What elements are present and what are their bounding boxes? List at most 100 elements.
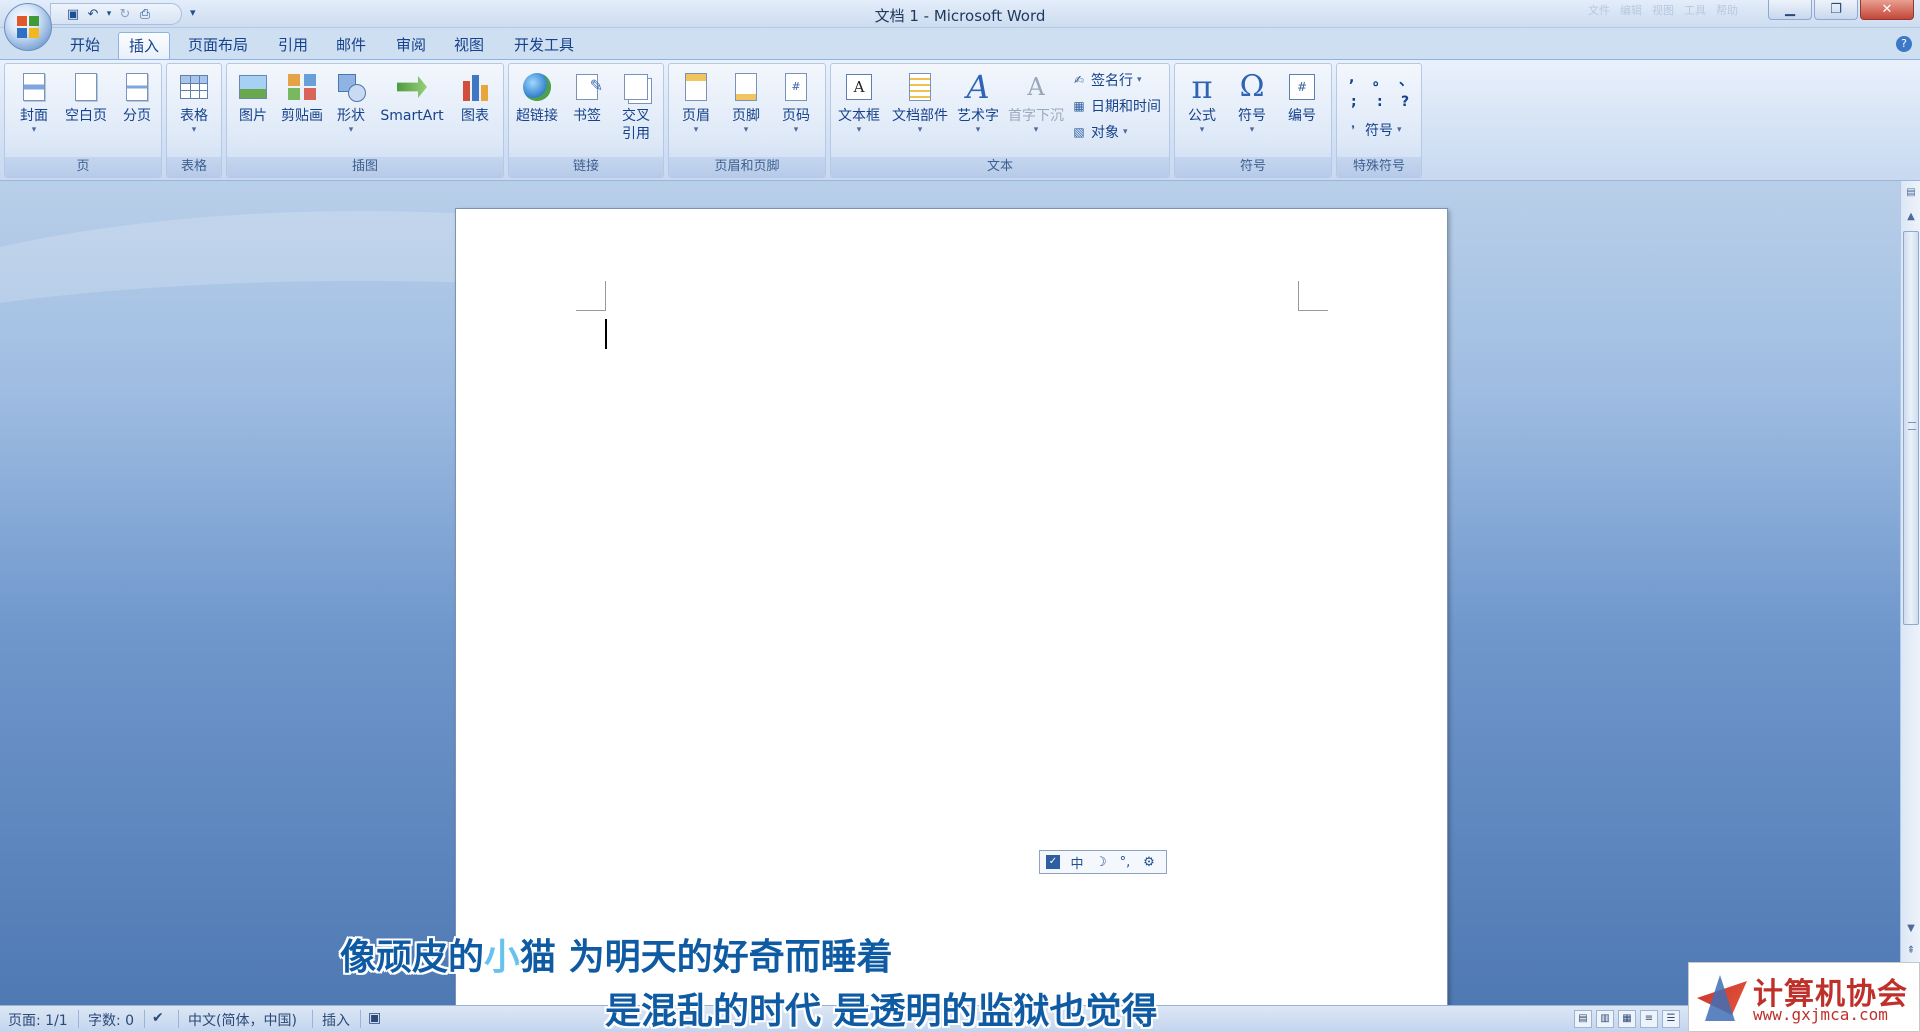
- window-controls: ▁ ❐ ✕: [1768, 0, 1914, 20]
- equation-label: 公式: [1188, 108, 1216, 124]
- picture-label: 图片: [239, 108, 267, 124]
- cross-reference-label-line2: 引用: [622, 126, 650, 142]
- minimize-button[interactable]: ▁: [1768, 0, 1812, 20]
- smartart-button[interactable]: SmartArt: [375, 70, 449, 125]
- hyperlink-button[interactable]: 超链接: [511, 70, 563, 125]
- scroll-up-arrow-icon[interactable]: ▲: [1903, 209, 1919, 225]
- faint-label: 帮助: [1716, 4, 1738, 17]
- number-button[interactable]: # 编号: [1279, 70, 1325, 125]
- word-art-button[interactable]: A 艺术字 ▾: [953, 70, 1003, 135]
- dropdown-arrow-icon: ▾: [1199, 125, 1205, 135]
- omega-icon: Ω: [1239, 69, 1265, 104]
- enumeration-comma-symbol-button[interactable]: 、: [1399, 70, 1413, 90]
- shapes-icon: [338, 74, 366, 102]
- web-layout-icon[interactable]: ▦: [1618, 1010, 1636, 1028]
- drop-cap-icon: A: [1027, 73, 1045, 101]
- cross-reference-button[interactable]: 交叉 引用: [613, 70, 659, 143]
- dropdown-arrow-icon: ▾: [31, 125, 37, 135]
- scroll-down-arrow-icon[interactable]: ▼: [1903, 921, 1919, 937]
- hyperlink-label: 超链接: [516, 108, 558, 124]
- colon-symbol-button[interactable]: :: [1377, 94, 1383, 110]
- status-divider: [312, 1010, 313, 1028]
- page-break-button[interactable]: 分页: [115, 70, 159, 125]
- bookmark-icon: [576, 74, 603, 100]
- tab-home[interactable]: 开始: [60, 32, 110, 59]
- object-icon: ▧: [1073, 125, 1085, 139]
- comma-symbol-button[interactable]: ,: [1349, 70, 1354, 86]
- chart-button[interactable]: 图表: [451, 70, 499, 125]
- tab-references[interactable]: 引用: [268, 32, 318, 59]
- full-screen-reading-icon[interactable]: ▥: [1596, 1010, 1614, 1028]
- quick-parts-button[interactable]: 文档部件 ▾: [887, 70, 953, 135]
- special-symbol-button[interactable]: ❜ 符号 ▾: [1345, 120, 1401, 140]
- close-button[interactable]: ✕: [1860, 0, 1914, 20]
- object-button[interactable]: ▧ 对象 ▾: [1071, 122, 1127, 142]
- title-bar: ▣ ↶ ▾ ↻ ⎙ ▾ 文档 1 - Microsoft Word 文件 编辑 …: [0, 0, 1920, 28]
- word-count-status[interactable]: 字数: 0: [88, 1010, 134, 1030]
- ime-chinese-mode-button[interactable]: 中: [1070, 853, 1084, 872]
- clip-art-label: 剪贴画: [281, 108, 323, 124]
- vertical-scrollbar[interactable]: ▤ ▲ ▼ ⇞ ● ⇟: [1900, 181, 1920, 1005]
- tab-mailings[interactable]: 邮件: [326, 32, 376, 59]
- ime-settings-icon[interactable]: ⚙: [1142, 855, 1156, 870]
- insert-mode-status[interactable]: 插入: [322, 1010, 350, 1030]
- picture-button[interactable]: 图片: [231, 70, 275, 125]
- scrollbar-grip-icon: [1908, 422, 1916, 430]
- previous-page-icon[interactable]: ⇞: [1903, 943, 1919, 959]
- print-layout-view-icon[interactable]: ▤: [1574, 1010, 1592, 1028]
- signature-line-label: 签名行: [1091, 73, 1133, 89]
- tab-view[interactable]: 视图: [444, 32, 494, 59]
- text-box-button[interactable]: A 文本框 ▾: [833, 70, 885, 135]
- outline-view-icon[interactable]: ≡: [1640, 1010, 1658, 1028]
- word-art-label: 艺术字: [957, 108, 999, 124]
- blank-page-button[interactable]: 空白页: [59, 70, 113, 125]
- page-count-status[interactable]: 页面: 1/1: [8, 1010, 68, 1030]
- smartart-icon: [397, 76, 427, 98]
- proofing-icon[interactable]: ✔: [152, 1010, 164, 1026]
- ime-punctuation-icon[interactable]: °,: [1118, 855, 1132, 870]
- ime-logo-icon[interactable]: ✓: [1046, 855, 1060, 869]
- table-button[interactable]: 表格 ▾: [171, 70, 217, 135]
- group-pages: 封面 ▾ 空白页 分页 页: [4, 63, 162, 178]
- document-page[interactable]: ✓ 中 ☽ °, ⚙: [455, 208, 1448, 1005]
- help-icon[interactable]: ?: [1896, 36, 1912, 52]
- semicolon-symbol-button[interactable]: ;: [1351, 94, 1357, 110]
- signature-line-button[interactable]: ✍ 签名行 ▾: [1071, 70, 1142, 90]
- language-status[interactable]: 中文(简体，中国): [188, 1010, 297, 1030]
- clip-art-button[interactable]: 剪贴画: [277, 70, 327, 125]
- date-time-button[interactable]: ▦ 日期和时间: [1071, 96, 1161, 116]
- symbol-button[interactable]: Ω 符号 ▾: [1229, 69, 1275, 136]
- tab-page-layout[interactable]: 页面布局: [178, 32, 258, 59]
- group-symbols: π 公式 ▾ Ω 符号 ▾ # 编号 符号: [1174, 63, 1332, 178]
- dropdown-arrow-icon: ▾: [348, 125, 354, 135]
- period-symbol-button[interactable]: 。: [1373, 70, 1387, 90]
- cover-page-button[interactable]: 封面 ▾: [11, 70, 57, 135]
- page-break-icon: [126, 73, 148, 101]
- bookmark-button[interactable]: 书签: [565, 70, 609, 125]
- ruler-toggle-icon[interactable]: ▤: [1903, 185, 1919, 201]
- shapes-button[interactable]: 形状 ▾: [329, 70, 373, 135]
- drop-cap-button[interactable]: A 首字下沉 ▾: [1003, 70, 1069, 135]
- hyperlink-globe-icon: [523, 73, 551, 101]
- office-logo-icon: [17, 16, 39, 38]
- ime-half-width-icon[interactable]: ☽: [1094, 855, 1108, 870]
- ribbon-tabs: 开始 插入 页面布局 引用 邮件 审阅 视图 开发工具 ?: [0, 28, 1920, 60]
- tab-review[interactable]: 审阅: [386, 32, 436, 59]
- scrollbar-thumb[interactable]: [1903, 231, 1919, 625]
- crop-mark-top-right: [1298, 281, 1328, 311]
- page-number-button[interactable]: # 页码 ▾: [773, 70, 819, 135]
- tab-developer[interactable]: 开发工具: [504, 32, 584, 59]
- macro-record-icon[interactable]: ▣: [368, 1010, 381, 1026]
- ribbon: 封面 ▾ 空白页 分页 页 表格 ▾ 表格 图片 剪贴画 形状 ▾ SmartA…: [0, 59, 1920, 181]
- header-button[interactable]: 页眉 ▾: [673, 70, 719, 135]
- restore-button[interactable]: ❐: [1814, 0, 1858, 20]
- cover-page-icon: [23, 73, 45, 101]
- chart-icon: [461, 73, 489, 101]
- footer-button[interactable]: 页脚 ▾: [723, 70, 769, 135]
- draft-view-icon[interactable]: ☰: [1662, 1010, 1680, 1028]
- office-button[interactable]: [4, 3, 52, 51]
- question-symbol-button[interactable]: ?: [1401, 94, 1409, 110]
- status-divider: [360, 1010, 361, 1028]
- tab-insert[interactable]: 插入: [118, 32, 171, 59]
- equation-button[interactable]: π 公式 ▾: [1179, 70, 1225, 135]
